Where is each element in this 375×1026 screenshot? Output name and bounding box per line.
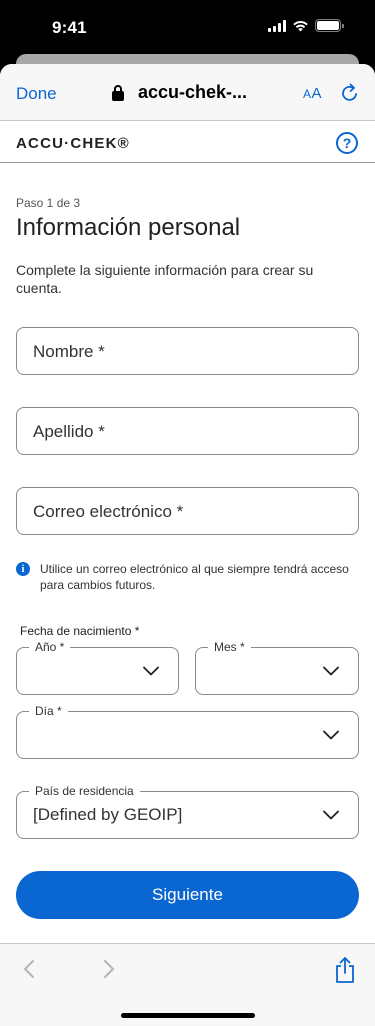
accu-chek-logo: ACCU·CHEK® bbox=[16, 135, 130, 152]
email-info-text: Utilice un correo electrónico al que sie… bbox=[40, 562, 349, 592]
cellular-signal-icon bbox=[268, 19, 286, 32]
email-placeholder: Correo electrónico * bbox=[33, 502, 184, 521]
form-description: Complete la siguiente información para c… bbox=[16, 262, 314, 296]
last-name-field[interactable]: Apellido * bbox=[16, 407, 359, 455]
text-size-label: A bbox=[311, 85, 323, 102]
country-select[interactable]: País de residencia [Defined by GEOIP] bbox=[16, 784, 359, 839]
email-field[interactable]: Correo electrónico * bbox=[16, 487, 359, 535]
text-size-button[interactable]: AA bbox=[303, 85, 322, 102]
month-select[interactable]: Mes * bbox=[195, 640, 359, 695]
wifi-icon bbox=[293, 20, 308, 31]
chevron-down-icon bbox=[323, 666, 339, 676]
first-name-field[interactable]: Nombre * bbox=[16, 327, 359, 375]
year-select[interactable]: Año * bbox=[16, 640, 179, 695]
next-button[interactable]: Siguiente bbox=[16, 871, 359, 919]
year-label: Año * bbox=[29, 640, 71, 654]
day-label: Día * bbox=[29, 704, 68, 718]
reload-icon[interactable] bbox=[339, 82, 361, 104]
chevron-down-icon bbox=[323, 730, 339, 740]
info-icon: i bbox=[16, 562, 30, 576]
back-icon[interactable] bbox=[20, 958, 38, 980]
country-label: País de residencia bbox=[29, 784, 140, 798]
lock-icon bbox=[112, 84, 124, 101]
browser-sheet: Done accu-chek-... AA ACCU·CHEK® ? Paso … bbox=[0, 64, 375, 1026]
page-title: Información personal bbox=[16, 214, 241, 241]
chevron-down-icon bbox=[143, 666, 159, 676]
site-header: ACCU·CHEK® ? bbox=[0, 121, 375, 163]
first-name-placeholder: Nombre * bbox=[33, 342, 105, 361]
address-bar[interactable]: accu-chek-... bbox=[112, 82, 247, 103]
status-bar: 9:41 bbox=[0, 0, 375, 56]
forward-icon[interactable] bbox=[100, 958, 118, 980]
month-label: Mes * bbox=[208, 640, 251, 654]
url-text: accu-chek-... bbox=[138, 82, 248, 102]
birth-date-label: Fecha de nacimiento * bbox=[20, 624, 140, 638]
home-indicator bbox=[121, 1013, 255, 1018]
status-icons bbox=[268, 19, 344, 32]
share-icon[interactable] bbox=[333, 956, 357, 984]
help-icon[interactable]: ? bbox=[336, 132, 358, 154]
step-indicator: Paso 1 de 3 bbox=[16, 196, 81, 210]
battery-icon bbox=[315, 19, 344, 32]
country-value: [Defined by GEOIP] bbox=[33, 805, 183, 824]
last-name-placeholder: Apellido * bbox=[33, 422, 105, 441]
browser-toolbar bbox=[0, 943, 375, 1026]
chevron-down-icon bbox=[323, 810, 339, 820]
text-size-label-small: A bbox=[303, 87, 312, 101]
browser-nav-bar: Done accu-chek-... AA bbox=[0, 64, 375, 121]
web-page: ACCU·CHEK® ? Paso 1 de 3 Información per… bbox=[0, 121, 375, 943]
status-time: 9:41 bbox=[52, 18, 87, 37]
day-select[interactable]: Día * bbox=[16, 704, 359, 759]
done-button[interactable]: Done bbox=[16, 84, 57, 104]
